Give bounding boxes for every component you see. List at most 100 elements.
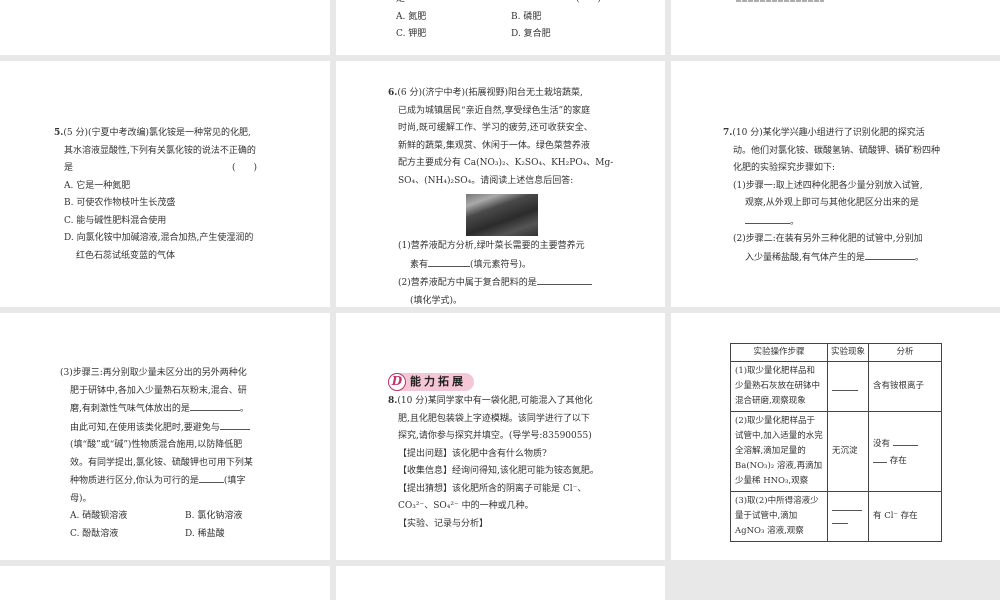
- page-thumbnail[interactable]: [336, 566, 665, 600]
- answer-blank: [832, 390, 858, 391]
- vegetable-photo: [466, 194, 538, 236]
- page-thumbnail[interactable]: [0, 566, 330, 600]
- step-cell: (1)取少量化肥样品和少量熟石灰放在研钵中混合研磨,观察现象: [730, 361, 828, 412]
- text-line: 观察,从外观上即可与其他化肥区分出来的是: [745, 198, 919, 208]
- option-b: B. 可使农作物枝叶生长茂盛: [64, 198, 176, 208]
- text-line: 新鲜的蔬菜,集观赏、休闲于一体。绿色菜营养液: [398, 140, 590, 151]
- section-badge: D 能力拓展: [388, 373, 474, 391]
- text-line: 【收集信息】经询问得知,该化肥可能为铵态氮肥。: [398, 466, 599, 476]
- analysis-cell: 有 Cl⁻ 存在: [868, 491, 942, 542]
- text-line: (10 分)某化学兴趣小组进行了识别化肥的探究活: [732, 128, 925, 138]
- question-5: 5.(5 分)(宁夏中考改编)氯化铵是一种常见的化肥, 其水溶液显酸性,下列有关…: [54, 125, 294, 265]
- text-line: 种物质进行区分,你认为可行的是: [70, 476, 199, 486]
- table-row: (2)取少量化肥样品于试管中,加入适量的水完全溶解,滴加足量的 Ba(NO₃)₂…: [730, 411, 942, 492]
- answer-blank: [536, 274, 592, 285]
- text-line: 入少量稀盐酸,有气体产生的是: [745, 252, 865, 263]
- option-b: B. 磷肥: [511, 11, 542, 22]
- option-c: C. 钾肥: [396, 29, 427, 39]
- text-line: 【提出问题】该化肥中含有什么物质?: [398, 448, 547, 459]
- text-line: 肥,且化肥包装袋上字迹模糊。该同学进行了以下: [398, 413, 590, 424]
- page-thumbnail[interactable]: 是 ( ) A. 氮肥 B. 磷肥 C. 钾肥 D. 复合肥: [336, 0, 665, 55]
- page-thumbnail[interactable]: 实验操作步骤 实验现象 分析 (1)取少量化肥样品和少量熟石灰放在研钵中混合研磨…: [671, 313, 1000, 560]
- text-line: 【实验、记录与分析】: [398, 518, 489, 529]
- text-line: (3)步骤三:再分别取少量未区分出的另外两种化: [60, 368, 247, 378]
- step-2: (2)步骤二:在装有另外三种化肥的试管中,分别加: [733, 234, 923, 244]
- text-line: 。: [790, 216, 800, 227]
- answer-blank: [873, 452, 887, 463]
- analysis-cell: 没有 存在: [868, 411, 942, 492]
- page-thumbnail[interactable]: (3)步骤三:再分别取少量未区分出的另外两种化 肥于研钵中,各加入少量熟石灰粉末…: [0, 313, 330, 560]
- text-line: 【提出猜想】该化肥所含的阴离子可能是 Cl⁻、: [398, 483, 587, 494]
- table-header-row: 实验操作步骤 实验现象 分析: [730, 343, 942, 362]
- question-8: D 能力拓展 8.(10 分)某同学家中有一袋化肥,可能混入了其他化 肥,且化肥包…: [388, 373, 648, 533]
- option-a: A. 它是一种氮肥: [64, 180, 131, 191]
- question-6: 6.(6 分)(济宁中考)(拓展视野)阳台无土栽培蔬菜, 已成为城镇居民“亲近自…: [388, 85, 648, 307]
- option-d-cont: 红色石蕊试纸变蓝的气体: [76, 250, 176, 261]
- page-thumbnail[interactable]: 7.(10 分)某化学兴趣小组进行了识别化肥的探究活 动。他们对氯化铵、碳酸氢钠…: [671, 61, 1000, 307]
- text-line: 时尚,既可缓解工作、学习的疲劳,还可收获安全、: [398, 123, 593, 133]
- question-number: 8.: [388, 396, 398, 406]
- text-line: (6 分)(济宁中考)(拓展视野)阳台无土栽培蔬菜,: [397, 88, 583, 98]
- step-cell: (2)取少量化肥样品于试管中,加入适量的水完全溶解,滴加足量的 Ba(NO₃)₂…: [730, 411, 828, 492]
- question-7-step-3: (3)步骤三:再分别取少量未区分出的另外两种化 肥于研钵中,各加入少量熟石灰粉末…: [60, 365, 310, 543]
- option-c: C. 酚酞溶液: [70, 528, 119, 539]
- page-thumbnail[interactable]: [0, 0, 330, 55]
- text: 没有: [873, 438, 891, 449]
- text-line: 是: [64, 163, 74, 173]
- text-line: (填元素符号)。: [470, 259, 532, 270]
- question-7: 7.(10 分)某化学兴趣小组进行了识别化肥的探究活 动。他们对氯化铵、碳酸氢钠…: [723, 125, 983, 267]
- text: 存在: [889, 455, 907, 466]
- column-header: 分析: [868, 343, 942, 362]
- text-line: 母)。: [70, 493, 92, 504]
- column-header: 实验操作步骤: [730, 343, 828, 362]
- answer-blank: [892, 435, 918, 446]
- option-b: B. 氯化钠溶液: [185, 511, 243, 521]
- step-1: (1)步骤一:取上述四种化肥各少量分别放入试管,: [733, 180, 923, 191]
- answer-blank: [219, 419, 250, 430]
- text-line: (填字: [223, 476, 246, 486]
- text-line: 由此可知,在使用该类化肥时,要避免与: [70, 422, 220, 433]
- question-tail: 是 ( ) A. 氮肥 B. 磷肥 C. 钾肥 D. 复合肥: [396, 0, 646, 44]
- text-line: 效。有同学提出,氯化铵、硫酸钾也可用下列某: [70, 457, 253, 468]
- option-a: A. 氮肥: [396, 11, 427, 22]
- page-thumbnail[interactable]: 5.(5 分)(宁夏中考改编)氯化铵是一种常见的化肥, 其水溶液显酸性,下列有关…: [0, 61, 330, 307]
- option-d: D. 向氯化铵中加碱溶液,混合加热,产生使湿润的: [64, 233, 254, 243]
- phenomenon-cell: [827, 361, 869, 412]
- column-header: 实验现象: [827, 343, 869, 362]
- text-line: (5 分)(宁夏中考改编)氯化铵是一种常见的化肥,: [63, 128, 251, 138]
- answer-blank: [189, 400, 240, 411]
- step-cell: (3)取(2)中所得溶液少量于试管中,滴加 AgNO₃ 溶液,观察: [730, 491, 828, 542]
- answer-blank: [832, 509, 862, 511]
- table-row: (1)取少量化肥样品和少量熟石灰放在研钵中混合研磨,观察现象 含有铵根离子: [730, 361, 942, 412]
- text-line: 探究,请你参与探究并填空。(导学号:83590055): [398, 431, 592, 441]
- page-thumbnail[interactable]: D 能力拓展 8.(10 分)某同学家中有一袋化肥,可能混入了其他化 肥,且化肥包…: [336, 313, 665, 560]
- page-thumbnail[interactable]: [671, 0, 1000, 55]
- answer-blank: [198, 472, 224, 483]
- experiment-table: 实验操作步骤 实验现象 分析 (1)取少量化肥样品和少量熟石灰放在研钵中混合研磨…: [730, 343, 942, 542]
- text-line: SO₄、(NH₄)₂SO₄。请阅读上述信息后回答:: [398, 175, 574, 186]
- text-line: 肥于研钵中,各加入少量熟石灰粉末,混合、研: [70, 385, 247, 396]
- text-line: 动。他们对氯化铵、碳酸氢钠、硫酸钾、磷矿粉四种: [733, 145, 941, 156]
- phenomenon-cell: 无沉淀: [827, 411, 869, 492]
- sub-question-2: (2)营养液配方中属于复合肥料的是: [398, 278, 537, 288]
- question-number: 7.: [723, 128, 733, 138]
- section-title: 能力拓展: [410, 375, 466, 389]
- option-a: A. 硝酸钡溶液: [70, 511, 128, 521]
- text-line: 磨,有刺激性气味气体放出的是: [70, 404, 190, 414]
- page-thumbnail[interactable]: 6.(6 分)(济宁中考)(拓展视野)阳台无土栽培蔬菜, 已成为城镇居民“亲近自…: [336, 61, 665, 307]
- question-number: 6.: [388, 88, 398, 98]
- analysis-cell: 含有铵根离子: [868, 361, 942, 412]
- phenomenon-cell: [827, 491, 869, 542]
- text-line: 已成为城镇居民“亲近自然,享受绿色生活”的家庭: [398, 105, 591, 116]
- answer-blank: [864, 249, 915, 260]
- option-c: C. 能与碱性肥料混合使用: [64, 215, 167, 226]
- text-line: 是: [396, 0, 405, 4]
- text-line: (10 分)某同学家中有一袋化肥,可能混入了其他化: [397, 396, 593, 406]
- option-d: D. 复合肥: [511, 29, 551, 39]
- text-line: 素有: [410, 259, 429, 270]
- answer-paren: ( ): [232, 163, 258, 173]
- question-number: 5.: [54, 128, 64, 138]
- answer-blank: [745, 213, 790, 224]
- text-line: CO₃²⁻、SO₄²⁻ 中的一种或几种。: [398, 501, 534, 511]
- answer-blank: [832, 522, 848, 524]
